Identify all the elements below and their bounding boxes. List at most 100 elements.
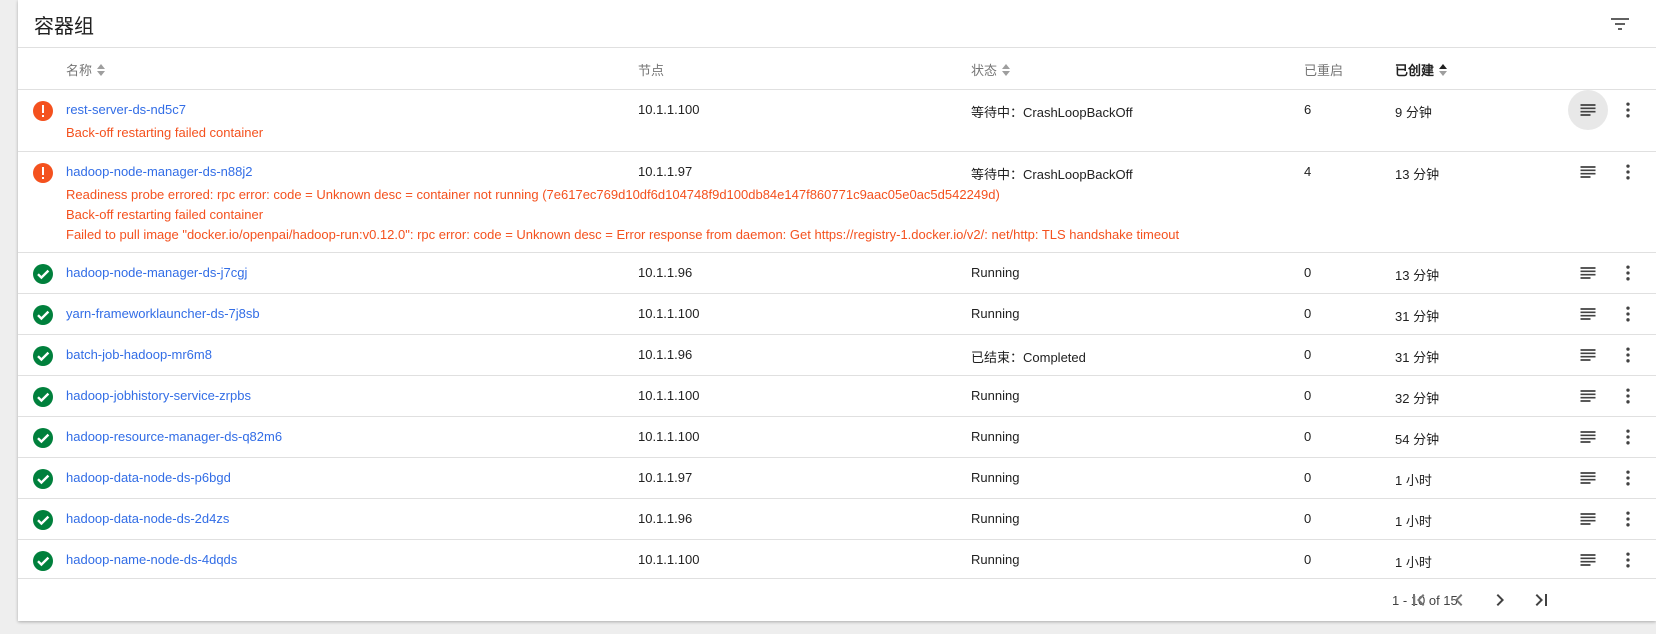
- logs-icon[interactable]: [1568, 253, 1608, 293]
- name-cell: hadoop-name-node-ds-4dqds: [66, 552, 237, 567]
- last-page-icon[interactable]: [1530, 588, 1554, 612]
- logs-icon[interactable]: [1568, 152, 1608, 192]
- pod-name-link[interactable]: hadoop-jobhistory-service-zrpbs: [66, 388, 251, 403]
- logs-icon[interactable]: [1568, 335, 1608, 375]
- table-row: hadoop-node-manager-ds-j7cgj 10.1.1.96 Run…: [18, 253, 1656, 294]
- pod-event-message: Readiness probe errored: rpc error: code…: [66, 187, 1000, 202]
- restarts-cell: 0: [1304, 388, 1312, 403]
- table-row: hadoop-name-node-ds-4dqds 10.1.1.100 Runni…: [18, 540, 1656, 579]
- filter-icon[interactable]: [1608, 12, 1632, 36]
- restarts-cell: 4: [1304, 164, 1312, 179]
- logs-icon[interactable]: [1568, 294, 1608, 334]
- status-cell: Running: [971, 470, 1020, 485]
- name-cell: hadoop-data-node-ds-p6bgd: [66, 470, 231, 485]
- node-cell: 10.1.1.97: [638, 470, 693, 485]
- pod-event-message: Back-off restarting failed container: [66, 207, 264, 222]
- table-row: hadoop-jobhistory-service-zrpbs 10.1.1.10…: [18, 376, 1656, 417]
- sort-icon: [97, 63, 106, 76]
- restarts-cell: 6: [1304, 102, 1312, 117]
- logs-icon[interactable]: [1568, 458, 1608, 498]
- pagination: 1 - 10 of 15: [18, 579, 1656, 621]
- pod-name-link[interactable]: hadoop-name-node-ds-4dqds: [66, 552, 237, 567]
- pod-name-link[interactable]: hadoop-data-node-ds-p6bgd: [66, 470, 231, 485]
- restarts-cell: 0: [1304, 306, 1312, 321]
- more-vert-icon[interactable]: [1612, 503, 1644, 535]
- status-cell: Running: [971, 429, 1020, 444]
- created-cell: 1 小时: [1395, 514, 1432, 529]
- more-vert-icon[interactable]: [1612, 298, 1644, 330]
- column-header-name[interactable]: 名称: [66, 60, 106, 79]
- status-cell: Running: [971, 306, 1020, 321]
- table-row: hadoop-data-node-ds-2d4zs 10.1.1.96 Runnin…: [18, 499, 1656, 540]
- node-cell: 10.1.1.100: [638, 552, 700, 567]
- status-cell: Running: [971, 552, 1020, 567]
- pod-event-message: Back-off restarting failed container: [66, 125, 264, 140]
- pod-event-message: Failed to pull image "docker.io/openpai/…: [66, 227, 1180, 242]
- logs-icon[interactable]: [1568, 540, 1608, 580]
- logs-icon[interactable]: [1568, 499, 1608, 539]
- pod-name-link[interactable]: hadoop-node-manager-ds-j7cgj: [66, 265, 247, 280]
- logs-icon[interactable]: [1568, 376, 1608, 416]
- restarts-cell: 0: [1304, 511, 1312, 526]
- node-cell: 10.1.1.97: [638, 164, 693, 179]
- error-icon: [32, 162, 54, 184]
- logs-icon[interactable]: [1568, 417, 1608, 457]
- check-icon: [32, 509, 54, 531]
- first-page-icon[interactable]: [1406, 588, 1430, 612]
- restarts-cell: 0: [1304, 265, 1312, 280]
- card-title: 容器组: [34, 16, 94, 38]
- node-cell: 10.1.1.100: [638, 306, 700, 321]
- name-cell: yarn-frameworklauncher-ds-7j8sb: [66, 306, 260, 321]
- node-cell: 10.1.1.100: [638, 102, 700, 117]
- card-header: 容器组: [18, 0, 1656, 48]
- column-header-status[interactable]: 状态: [971, 60, 1011, 79]
- table-row: hadoop-node-manager-ds-n88j2 10.1.1.97 等待中…: [18, 152, 1656, 253]
- error-icon: [32, 100, 54, 122]
- more-vert-icon[interactable]: [1612, 156, 1644, 188]
- table-header: 名称 节点 状态 已重启 已创建: [18, 48, 1656, 90]
- more-vert-icon[interactable]: [1612, 544, 1644, 576]
- next-page-icon[interactable]: [1488, 588, 1512, 612]
- node-cell: 10.1.1.96: [638, 511, 693, 526]
- restarts-cell: 0: [1304, 429, 1312, 444]
- more-vert-icon[interactable]: [1612, 462, 1644, 494]
- check-icon: [32, 427, 54, 449]
- more-vert-icon[interactable]: [1612, 94, 1644, 126]
- pod-name-link[interactable]: batch-job-hadoop-mr6m8: [66, 347, 212, 362]
- pod-name-link[interactable]: hadoop-resource-manager-ds-q82m6: [66, 429, 282, 444]
- table-row: batch-job-hadoop-mr6m8 10.1.1.96 已结束：Compl…: [18, 335, 1656, 376]
- created-cell: 31 分钟: [1395, 309, 1440, 324]
- status-cell: 等待中：CrashLoopBackOff: [971, 105, 1133, 120]
- pod-name-link[interactable]: hadoop-node-manager-ds-n88j2: [66, 164, 252, 179]
- previous-page-icon[interactable]: [1447, 588, 1471, 612]
- created-cell: 54 分钟: [1395, 432, 1440, 447]
- sort-icon: [1002, 63, 1011, 76]
- status-cell: Running: [971, 265, 1020, 280]
- status-cell: Running: [971, 388, 1020, 403]
- restarts-cell: 0: [1304, 347, 1312, 362]
- created-cell: 9 分钟: [1395, 105, 1432, 120]
- created-cell: 13 分钟: [1395, 268, 1440, 283]
- pod-name-link[interactable]: hadoop-data-node-ds-2d4zs: [66, 511, 229, 526]
- more-vert-icon[interactable]: [1612, 339, 1644, 371]
- column-header-created[interactable]: 已创建: [1395, 60, 1448, 79]
- created-cell: 1 小时: [1395, 473, 1432, 488]
- more-vert-icon[interactable]: [1612, 421, 1644, 453]
- check-icon: [32, 304, 54, 326]
- pod-name-link[interactable]: rest-server-ds-nd5c7: [66, 102, 186, 117]
- table-row: hadoop-resource-manager-ds-q82m6 10.1.1.1…: [18, 417, 1656, 458]
- table-row: hadoop-data-node-ds-p6bgd 10.1.1.97 Runnin…: [18, 458, 1656, 499]
- status-cell: Running: [971, 511, 1020, 526]
- pods-card: 容器组 名称 节点 状态 已重启 已创建 rest-server-ds-nd5c…: [18, 0, 1656, 621]
- table-row: rest-server-ds-nd5c7 10.1.1.100 等待中：CrashL…: [18, 90, 1656, 152]
- logs-icon[interactable]: [1568, 90, 1608, 130]
- more-vert-icon[interactable]: [1612, 257, 1644, 289]
- more-vert-icon[interactable]: [1612, 380, 1644, 412]
- created-cell: 1 小时: [1395, 555, 1432, 570]
- created-cell: 31 分钟: [1395, 350, 1440, 365]
- name-cell: hadoop-data-node-ds-2d4zs: [66, 511, 229, 526]
- pod-name-link[interactable]: yarn-frameworklauncher-ds-7j8sb: [66, 306, 260, 321]
- column-header-restarts: 已重启: [1304, 63, 1344, 78]
- check-icon: [32, 386, 54, 408]
- column-header-node: 节点: [638, 63, 665, 78]
